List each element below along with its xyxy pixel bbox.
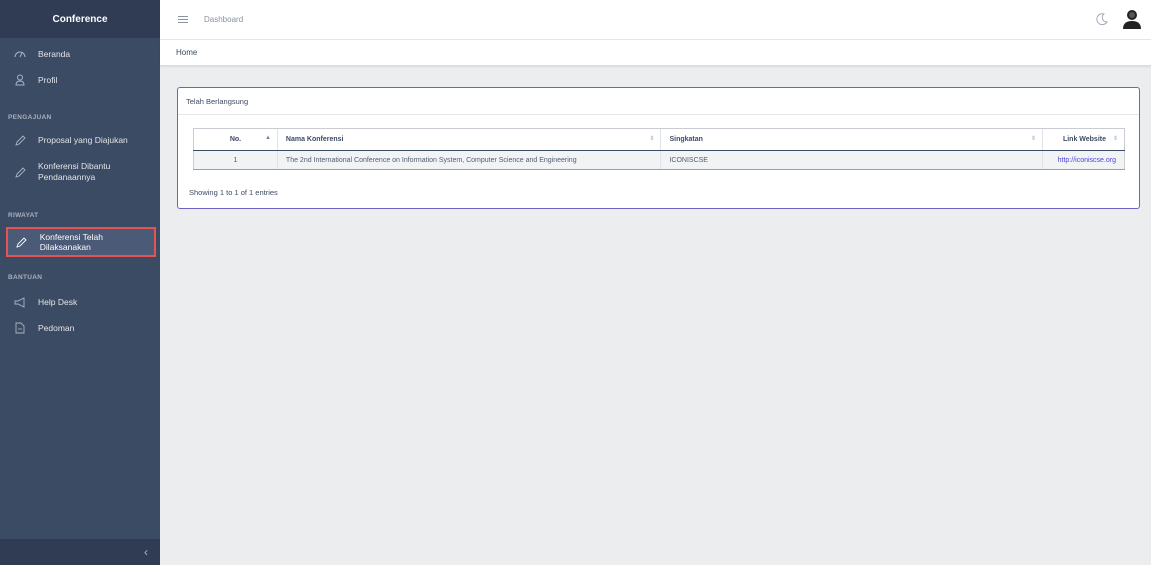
column-header-singkatan[interactable]: Singkatan ⇕	[660, 128, 1043, 151]
brand-title[interactable]: Conference	[0, 0, 160, 38]
table-info: Showing 1 to 1 of 1 entries	[189, 188, 278, 197]
column-header-link[interactable]: Link Website ⇕	[1041, 128, 1126, 151]
section-title-riwayat: RIWAYAT	[8, 212, 39, 219]
sidebar-item-konferensi-telah-dilaksanakan[interactable]: Konferensi Telah Dilaksanakan	[6, 227, 156, 257]
sidebar-item-label: Pedoman	[38, 323, 75, 333]
speedometer-icon	[14, 48, 26, 60]
sidebar-item-help-desk[interactable]: Help Desk	[0, 289, 160, 315]
sidebar-item-profil[interactable]: Profil	[0, 67, 160, 93]
hamburger-icon[interactable]	[178, 14, 188, 25]
breadcrumb: Home	[160, 40, 1151, 66]
column-header-nama[interactable]: Nama Konferensi ⇕	[276, 128, 661, 151]
conference-table: No. ▲ Nama Konferensi ⇕ Singkatan ⇕ Link…	[193, 128, 1126, 170]
website-link[interactable]: http://iconiscse.org	[1058, 157, 1116, 164]
sidebar-toggler[interactable]: ‹	[0, 539, 160, 565]
moon-icon[interactable]	[1095, 12, 1109, 26]
cell-nama: The 2nd International Conference on Info…	[276, 150, 661, 170]
sidebar-item-konferensi-dibantu[interactable]: Konferensi Dibantu Pendanaannya	[0, 153, 160, 191]
sort-icon: ⇕	[1030, 136, 1036, 142]
sidebar-item-pedoman[interactable]: Pedoman	[0, 315, 160, 341]
megaphone-icon	[14, 296, 26, 308]
sidebar-item-beranda[interactable]: Beranda	[0, 41, 160, 67]
cell-singkatan: ICONISCSE	[660, 150, 1043, 170]
header-right	[1095, 8, 1143, 30]
label-line: Pendanaannya	[38, 172, 96, 182]
sort-icon: ⇕	[649, 136, 655, 142]
table-row: 1 The 2nd International Conference on In…	[193, 150, 1126, 170]
card-telah-berlangsung: Telah Berlangsung No. ▲ Nama Konferensi …	[177, 87, 1140, 209]
header-dashboard-link[interactable]: Dashboard	[204, 15, 243, 24]
column-label: Nama Konferensi	[285, 136, 344, 143]
cell-link: http://iconiscse.org	[1041, 150, 1126, 170]
pencil-icon	[14, 166, 26, 178]
pencil-icon	[14, 134, 26, 146]
user-icon	[14, 74, 26, 86]
sort-icon: ⇕	[1112, 136, 1118, 142]
breadcrumb-home[interactable]: Home	[176, 48, 197, 57]
avatar-icon[interactable]	[1121, 8, 1143, 30]
column-label: No.	[229, 136, 242, 143]
table-wrapper: No. ▲ Nama Konferensi ⇕ Singkatan ⇕ Link…	[193, 128, 1126, 170]
cell-no: 1	[193, 150, 278, 170]
column-header-no[interactable]: No. ▲	[193, 128, 278, 151]
sidebar-item-label: Profil	[38, 75, 58, 85]
column-label: Link Website	[1062, 136, 1106, 143]
sidebar-item-label: Konferensi Dibantu Pendanaannya	[38, 161, 110, 183]
card-title: Telah Berlangsung	[178, 88, 1139, 115]
sidebar-item-label: Proposal yang Diajukan	[38, 135, 128, 145]
sort-asc-icon: ▲	[264, 135, 271, 141]
header: Dashboard	[160, 0, 1151, 40]
sidebar-item-proposal[interactable]: Proposal yang Diajukan	[0, 127, 160, 153]
section-title-pengajuan: PENGAJUAN	[8, 114, 52, 121]
column-label: Singkatan	[669, 136, 703, 143]
chevron-left-icon: ‹	[144, 545, 148, 559]
sidebar-item-label: Beranda	[38, 49, 71, 59]
sidebar-item-label: Konferensi Telah Dilaksanakan	[39, 232, 103, 252]
label-line: Konferensi Dibantu	[38, 161, 111, 171]
sidebar-item-label: Help Desk	[38, 297, 78, 307]
section-title-bantuan: BANTUAN	[8, 274, 43, 281]
document-icon	[14, 322, 26, 334]
sidebar: Conference Beranda Profil PENGAJUAN Prop…	[0, 0, 160, 565]
pencil-icon	[16, 236, 28, 248]
